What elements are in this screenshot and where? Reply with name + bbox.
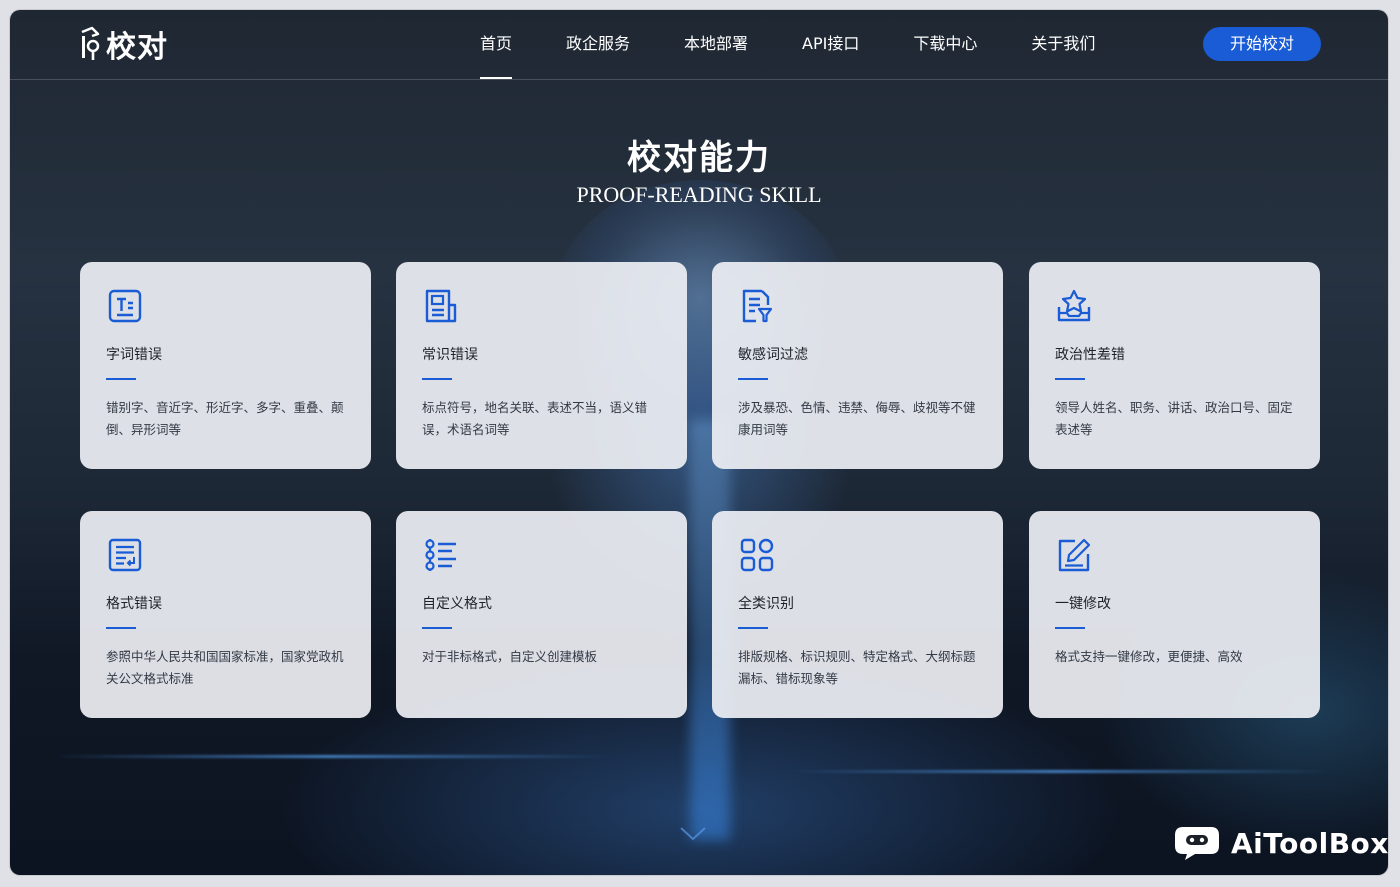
card-description: 领导人姓名、职务、讲话、政治口号、固定表述等 — [1055, 400, 1293, 437]
custom-list-icon — [425, 539, 456, 571]
card-description: 排版规格、标识规则、特定格式、大纲标题漏标、错标现象等 — [738, 649, 976, 686]
browser-viewport: 校对 首页 政企服务 本地部署 API接口 下载中心 关于我们 开始校对 校对能… — [10, 10, 1388, 875]
card-accent-bar — [1055, 378, 1085, 380]
card-accent-bar — [738, 627, 768, 629]
watermark: AiToolBox — [1173, 824, 1388, 862]
text-box-icon — [108, 289, 142, 323]
card-title: 字词错误 — [106, 347, 162, 363]
card-title: 格式错误 — [106, 596, 162, 612]
section-subtitle: PROOF-READING SKILL — [576, 182, 822, 207]
feature-card-word-errors[interactable]: 字词错误 错别字、音近字、形近字、多字、重叠、颠倒、异形词等 — [80, 262, 371, 469]
card-description: 错别字、音近字、形近字、多字、重叠、颠倒、异形词等 — [106, 400, 344, 437]
brand-logo-icon — [81, 26, 100, 60]
card-title: 自定义格式 — [422, 596, 492, 612]
nav-item-about-us[interactable]: 关于我们 — [1031, 10, 1095, 79]
document-icon — [425, 289, 457, 323]
card-description: 标点符号，地名关联、表述不当，语义错误，术语名词等 — [422, 400, 648, 437]
card-description: 对于非标格式，自定义创建模板 — [422, 649, 598, 664]
edit-icon — [1058, 538, 1091, 572]
feature-card-custom-format[interactable]: 自定义格式 对于非标格式，自定义创建模板 — [396, 511, 687, 718]
document-filter-icon — [742, 289, 773, 323]
background-circuit-line — [50, 755, 610, 758]
card-description: 格式支持一键修改，更便捷、高效 — [1055, 649, 1243, 664]
nav-item-enterprise-services[interactable]: 政企服务 — [566, 10, 630, 79]
star-tray-icon — [1057, 289, 1091, 322]
nav-menu: 首页 政企服务 本地部署 API接口 下载中心 关于我们 — [480, 10, 1149, 79]
top-navigation-bar: 校对 首页 政企服务 本地部署 API接口 下载中心 关于我们 开始校对 — [10, 10, 1388, 80]
brand-logo[interactable]: 校对 — [78, 22, 168, 66]
nav-item-local-deployment[interactable]: 本地部署 — [684, 10, 748, 79]
card-title: 全类识别 — [738, 596, 794, 612]
card-title: 一键修改 — [1055, 596, 1111, 612]
card-accent-bar — [106, 378, 136, 380]
nav-item-home[interactable]: 首页 — [480, 10, 513, 79]
feature-card-sensitive-word-filter[interactable]: 敏感词过滤 涉及暴恐、色情、违禁、侮辱、歧视等不健康用词等 — [712, 262, 1003, 469]
scroll-down-chevron-icon[interactable] — [679, 826, 707, 842]
grid-icon — [740, 538, 774, 572]
feature-card-format-errors[interactable]: 格式错误 参照中华人民共和国国家标准，国家党政机关公文格式标准 — [80, 511, 371, 718]
feature-card-one-click-fix[interactable]: 一键修改 格式支持一键修改，更便捷、高效 — [1029, 511, 1320, 718]
card-description: 参照中华人民共和国国家标准，国家党政机关公文格式标准 — [106, 649, 344, 686]
section-title: 校对能力 — [627, 138, 771, 178]
card-accent-bar — [106, 627, 136, 629]
card-accent-bar — [738, 378, 768, 380]
background-circuit-line — [790, 770, 1330, 773]
feature-card-full-recognition[interactable]: 全类识别 排版规格、标识规则、特定格式、大纲标题漏标、错标现象等 — [712, 511, 1003, 718]
card-accent-bar — [1055, 627, 1085, 629]
chat-bubble-logo-icon — [1175, 827, 1219, 860]
card-description: 涉及暴恐、色情、违禁、侮辱、歧视等不健康用词等 — [738, 400, 976, 437]
nav-item-download-center[interactable]: 下载中心 — [913, 10, 977, 79]
feature-card-political-errors[interactable]: 政治性差错 领导人姓名、职务、讲话、政治口号、固定表述等 — [1029, 262, 1320, 469]
card-accent-bar — [422, 627, 452, 629]
card-accent-bar — [422, 378, 452, 380]
feature-card-common-sense-errors[interactable]: 常识错误 标点符号，地名关联、表述不当，语义错误，术语名词等 — [396, 262, 687, 469]
card-title: 常识错误 — [422, 347, 478, 363]
card-title: 敏感词过滤 — [738, 347, 808, 363]
watermark-text: AiToolBox — [1231, 826, 1388, 860]
nav-item-api[interactable]: API接口 — [802, 10, 859, 79]
card-title: 政治性差错 — [1055, 347, 1125, 363]
format-list-icon — [108, 538, 142, 572]
start-proofreading-button[interactable]: 开始校对 — [1203, 27, 1321, 61]
brand-name: 校对 — [106, 30, 168, 65]
